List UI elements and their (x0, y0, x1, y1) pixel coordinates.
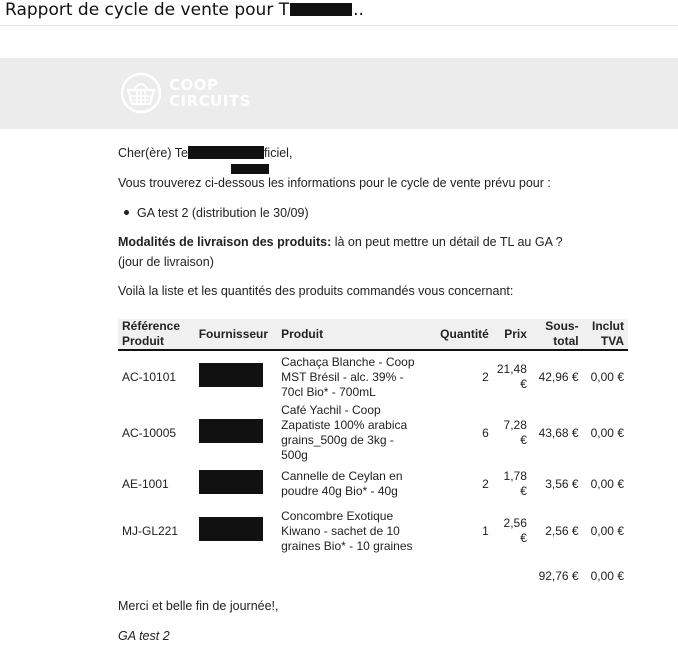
cell-qty: 2 (482, 369, 489, 384)
greeting: Cher(ère) Te ficiel, (118, 144, 292, 163)
greeting-start: Cher(ère) Te (118, 146, 188, 160)
totals-row: 92,76 € 0,00 € (118, 557, 628, 595)
intro-label: Vous trouverez ci-dessous les informatio… (118, 176, 551, 190)
table-row: AC-10101 Cachaça Blanche - Coop MST Brés… (118, 350, 628, 403)
cell-product: Cannelle de Ceylan en poudre 40g Bio* - … (281, 469, 403, 498)
cell-vat: 0,00 € (590, 425, 624, 440)
email-subject-end: .. (353, 0, 364, 20)
cell-subtotal: 43,68 € (538, 425, 579, 440)
redaction-box (198, 517, 263, 541)
cell-vat: 0,00 € (590, 476, 624, 491)
header-price: Prix (492, 319, 531, 351)
logo-line-2: CIRCUITS (169, 92, 251, 110)
greeting-end: ficiel, (263, 146, 293, 160)
cell-subtotal: 42,96 € (538, 369, 579, 384)
delivery-info: Modalités de livraison des produits: là … (118, 232, 588, 272)
cell-price: 2,56 € (503, 516, 527, 545)
email-subject-start: Rapport de cycle de vente pour T (5, 0, 290, 20)
cell-qty: 1 (482, 523, 489, 538)
cycle-list-item: GA test 2 (distribution le 30/09) (124, 204, 309, 223)
header-subtotal: Sous-total (530, 319, 583, 351)
closing-text: Merci et belle fin de journée!, (118, 599, 279, 613)
redaction-box (198, 363, 263, 387)
email-subject: Rapport de cycle de vente pour T.. (5, 0, 364, 24)
cell-ref: AC-10101 (122, 369, 177, 384)
cell-ref: MJ-GL221 (122, 523, 179, 538)
cell-vat: 0,00 € (590, 523, 624, 538)
header-divider (0, 25, 678, 26)
total-subtotal: 92,76 € (538, 568, 579, 583)
cell-product: Cachaça Blanche - Coop MST Brésil - alc.… (281, 354, 415, 399)
coop-circuits-logo: COOP CIRCUITS (120, 72, 251, 114)
cell-supplier (195, 350, 277, 403)
cell-supplier (195, 505, 277, 557)
cell-price: 1,78 € (503, 469, 527, 498)
list-intro: Voilà la liste et les quantités des prod… (118, 284, 514, 298)
cell-price: 21,48 € (496, 362, 527, 391)
table-header-row: Référence Produit Fournisseur Produit Qu… (118, 319, 628, 351)
intro-text: Vous trouverez ci-dessous les informatio… (118, 164, 551, 193)
cell-ref: AE-1001 (122, 476, 169, 491)
cell-subtotal: 2,56 € (545, 523, 579, 538)
header-supplier: Fournisseur (194, 319, 278, 351)
cell-product: Concombre Exotique Kiwano - sachet de 10… (281, 508, 413, 553)
redaction-box (198, 419, 263, 443)
header-vat: Inclut TVA (582, 319, 628, 351)
orders-table: Référence Produit Fournisseur Produit Qu… (118, 319, 628, 595)
bullet-icon (124, 210, 129, 215)
signature: GA test 2 (118, 629, 170, 643)
table-row: AE-1001 Cannelle de Ceylan en poudre 40g… (118, 463, 628, 505)
delivery-label: Modalités de livraison des produits: (118, 235, 332, 249)
redaction-box (231, 164, 269, 174)
redaction-box (187, 146, 264, 159)
cell-ref: AC-10005 (122, 425, 177, 440)
cell-price: 7,28 € (503, 418, 527, 447)
email-banner (0, 58, 678, 129)
header-ref: Référence Produit (118, 319, 195, 351)
redaction-box (198, 470, 263, 494)
table-row: MJ-GL221 Concombre Exotique Kiwano - sac… (118, 505, 628, 557)
cell-supplier (195, 403, 277, 463)
header-product: Produit (277, 319, 427, 351)
cell-product: Café Yachil - Coop Zapatiste 100% arabic… (281, 403, 408, 462)
basket-icon (120, 72, 162, 114)
totals-spacer (118, 557, 531, 595)
cell-supplier (195, 463, 277, 505)
cell-qty: 2 (482, 476, 489, 491)
cell-subtotal: 3,56 € (545, 476, 579, 491)
cycle-label: GA test 2 (distribution le 30/09) (137, 206, 309, 220)
logo-line-1: COOP (169, 76, 219, 94)
cell-qty: 6 (482, 425, 489, 440)
cell-vat: 0,00 € (590, 369, 624, 384)
total-vat: 0,00 € (590, 568, 624, 583)
redaction-box (290, 3, 353, 16)
table-row: AC-10005 Café Yachil - Coop Zapatiste 10… (118, 403, 628, 463)
header-qty: Quantité (426, 319, 493, 351)
